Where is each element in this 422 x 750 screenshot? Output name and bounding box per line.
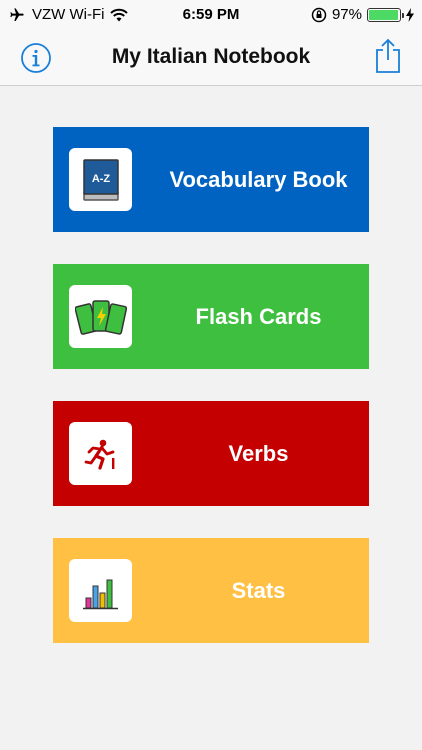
page-title: My Italian Notebook	[111, 45, 311, 68]
vocabulary-book-label: Vocabulary Book	[169, 166, 348, 192]
battery-percent: 97%	[331, 6, 362, 23]
verbs-label: Verbs	[228, 440, 289, 466]
flash-cards-label: Flash Cards	[195, 303, 322, 329]
vocabulary-book-icon-tile: A-Z	[69, 148, 132, 211]
battery-level	[369, 9, 399, 20]
share-button[interactable]	[374, 38, 402, 74]
running-person-icon	[84, 439, 114, 470]
rotation-lock-icon	[311, 7, 327, 22]
verbs-icon-tile	[69, 422, 132, 485]
vocabulary-book-icon: A-Z	[82, 158, 119, 201]
flash-cards-icon-tile	[69, 285, 132, 348]
share-icon	[376, 38, 400, 73]
verbs-button[interactable]: Verbs	[53, 401, 369, 506]
vocabulary-book-icon-text: A-Z	[91, 173, 110, 185]
status-bar: VZW Wi-Fi 6:59 PM 97%	[0, 0, 422, 30]
stats-label: Stats	[231, 577, 286, 603]
stats-button[interactable]: Stats	[53, 538, 369, 643]
navigation-bar: My Italian Notebook	[0, 30, 422, 86]
flash-cards-button[interactable]: Flash Cards	[53, 264, 369, 369]
battery-icon	[367, 7, 404, 22]
stats-icon-tile	[69, 559, 132, 622]
status-right: 97%	[311, 6, 414, 23]
charging-bolt-icon	[406, 7, 414, 22]
flash-cards-icon	[74, 299, 127, 335]
vocabulary-book-button[interactable]: A-Z Vocabulary Book	[53, 127, 369, 232]
bar-chart-icon	[82, 579, 118, 609]
